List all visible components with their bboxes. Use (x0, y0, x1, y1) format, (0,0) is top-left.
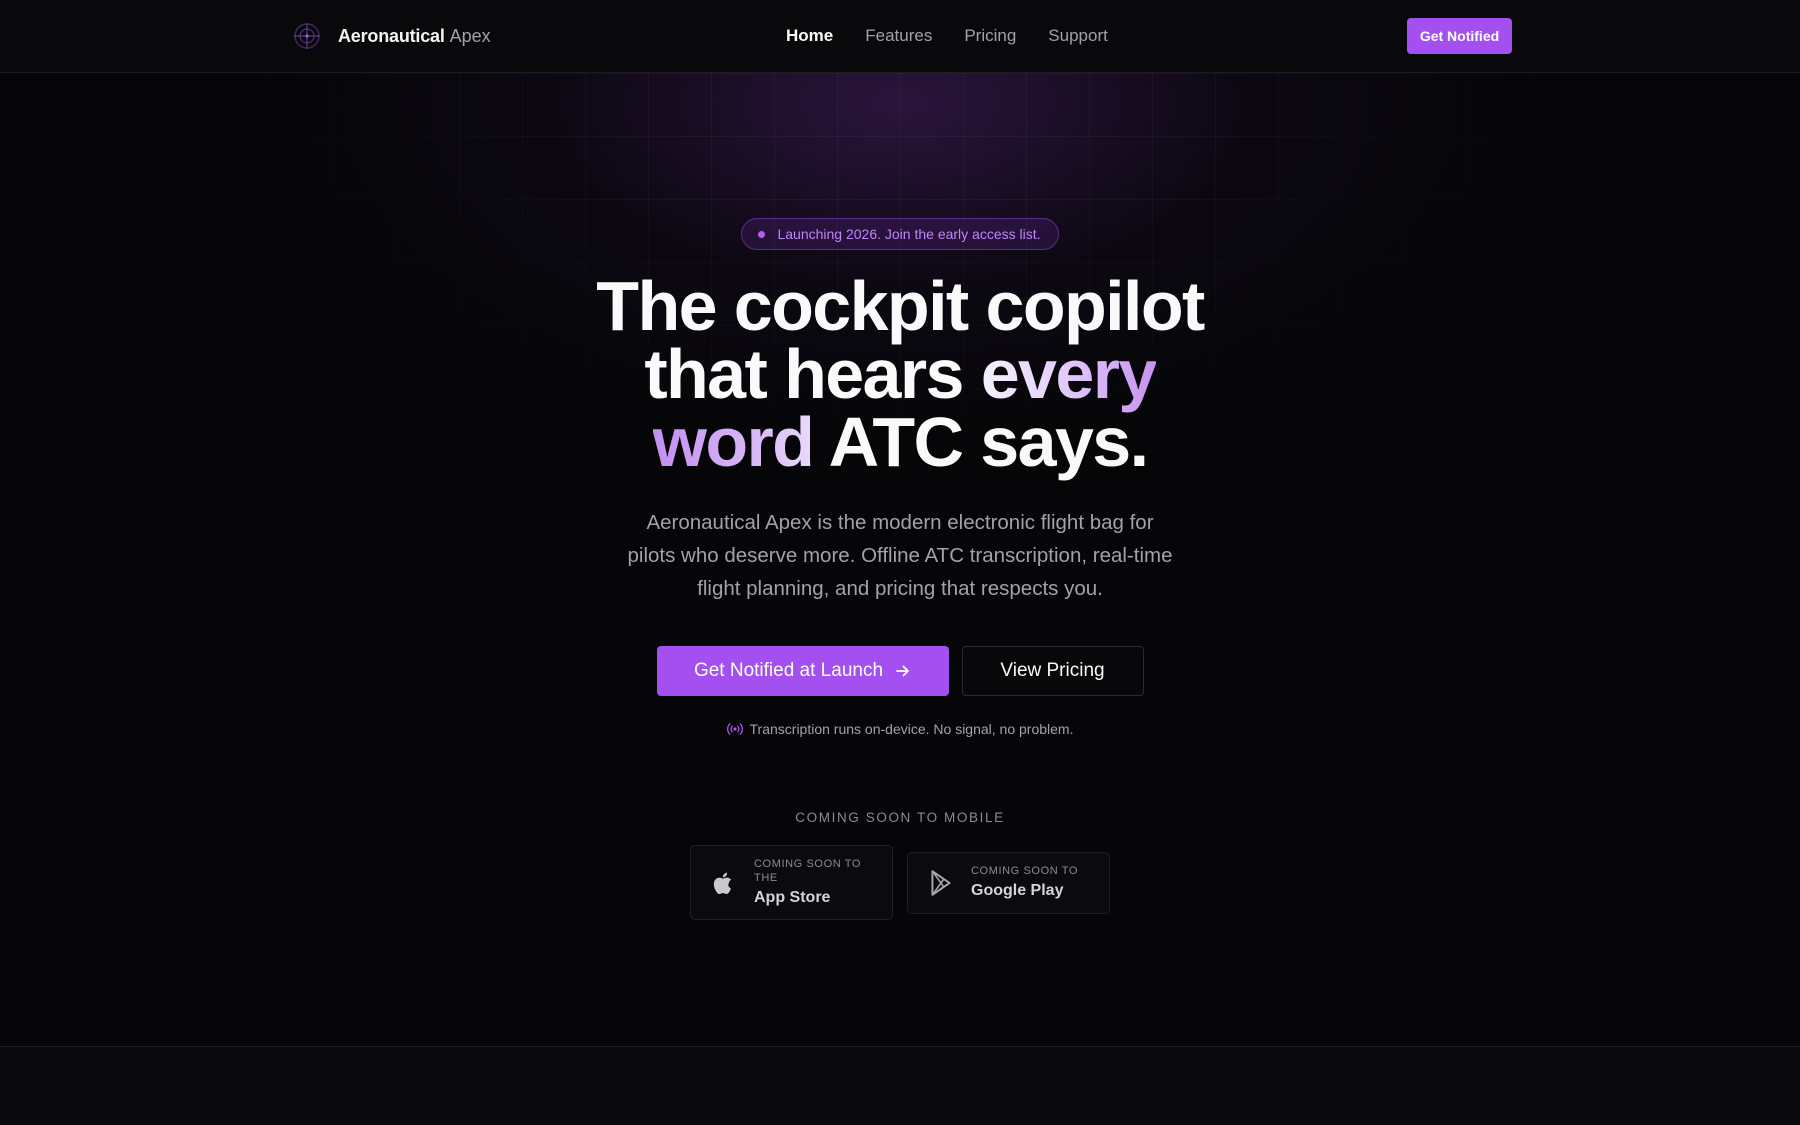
store-badges: Coming soon to the App Store Coming soon… (0, 845, 1800, 920)
on-device-note: Transcription runs on-device. No signal,… (0, 721, 1800, 737)
headline-line-3: word ATC says. (653, 407, 1150, 477)
google-play-icon (931, 869, 951, 896)
google-play-text: Coming soon to Google Play (971, 864, 1089, 902)
nav-link-pricing[interactable]: Pricing (964, 26, 1016, 46)
get-notified-at-launch-button[interactable]: Get Notified at Launch (656, 646, 949, 696)
brand[interactable]: Aeronautical Apex (293, 22, 491, 50)
brand-accent: Apex (449, 25, 491, 46)
headline-accent-every: every (980, 335, 1158, 413)
view-pricing-button[interactable]: View Pricing (961, 646, 1144, 696)
headline-line-1: The cockpit copilot (596, 267, 1205, 345)
primary-cta-label: Get Notified at Launch (693, 660, 884, 681)
nav-links: Home Features Pricing Support (786, 26, 1140, 46)
nav-link-features[interactable]: Features (865, 26, 932, 46)
google-play-name: Google Play (971, 881, 1064, 899)
hero-cta-row: Get Notified at Launch View Pricing (0, 646, 1800, 696)
headline-accent-word: word (652, 403, 815, 481)
headline-line-2: that hears every (644, 339, 1157, 409)
nav-link-home[interactable]: Home (786, 26, 833, 46)
launch-badge: Launching 2026. Join the early access li… (741, 218, 1059, 250)
top-navigation: Aeronautical Apex Home Features Pricing … (0, 0, 1800, 73)
arrow-right-icon (896, 665, 909, 677)
app-store-badge[interactable]: Coming soon to the App Store (690, 845, 893, 920)
crosshair-logo-icon (294, 23, 320, 49)
hero-subcopy: Aeronautical Apex is the modern electron… (627, 511, 1173, 600)
brand-name: Aeronautical (338, 25, 445, 46)
app-store-name: App Store (754, 888, 831, 906)
apple-icon (713, 872, 732, 894)
launch-badge-row: Launching 2026. Join the early access li… (0, 218, 1800, 250)
headline-line-3-plain: ATC says. (813, 403, 1149, 481)
on-device-note-text: Transcription runs on-device. No signal,… (749, 721, 1074, 737)
google-play-badge[interactable]: Coming soon to Google Play (907, 851, 1110, 914)
hero-subcopy-row: Aeronautical Apex is the modern electron… (0, 506, 1800, 605)
landing-page: Aeronautical Apex Home Features Pricing … (0, 0, 1800, 1125)
google-play-small-label: Coming soon to (971, 864, 1079, 877)
get-notified-button[interactable]: Get Notified (1407, 18, 1512, 54)
status-dot-icon (758, 230, 766, 238)
nav-link-support[interactable]: Support (1048, 26, 1108, 46)
hero-headline: The cockpit copilot that hears every wor… (0, 267, 1800, 477)
app-store-text: Coming soon to the App Store (754, 857, 872, 909)
broadcast-icon (726, 723, 743, 735)
headline-line-2-plain: that hears (644, 335, 981, 413)
app-store-small-label: Coming soon to the (754, 857, 862, 884)
coming-soon-label: COMING SOON TO MOBILE (795, 810, 1005, 825)
next-section (0, 1047, 1800, 1125)
launch-badge-text: Launching 2026. Join the early access li… (777, 226, 1041, 242)
